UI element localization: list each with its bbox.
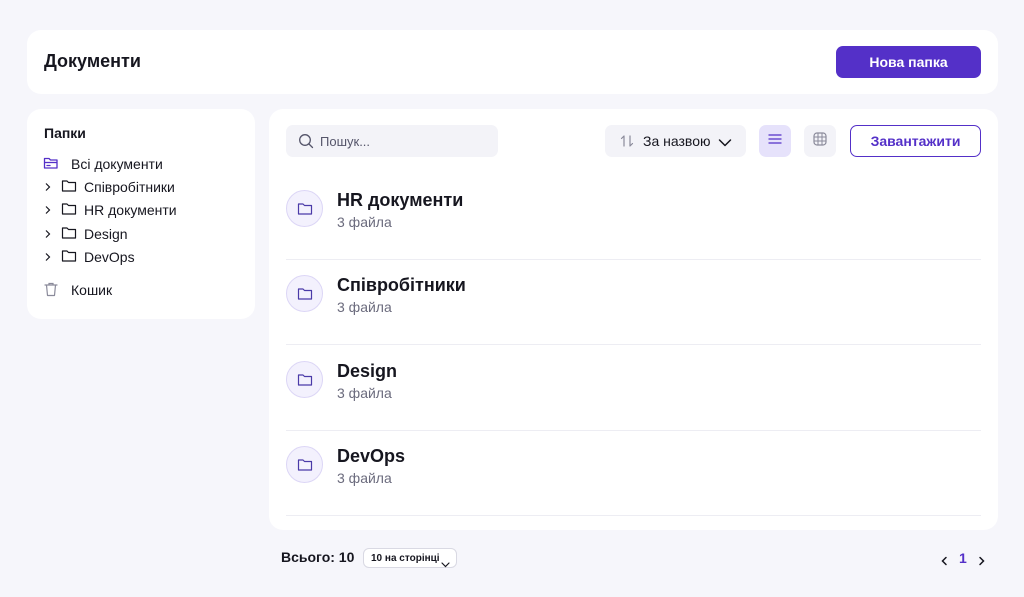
sidebar-item-design[interactable]: Design: [27, 223, 255, 245]
total-count: Всього: 10: [281, 549, 355, 565]
sidebar-title: Папки: [44, 125, 86, 141]
folder-icon: [286, 446, 323, 483]
search-icon: [298, 133, 314, 154]
folder-icon: [61, 202, 77, 216]
open-folder-icon: [43, 156, 59, 170]
sort-icon: [620, 134, 634, 153]
list-icon: [768, 132, 782, 150]
sidebar-item-trash[interactable]: Кошик: [27, 279, 255, 301]
per-page-select[interactable]: 10 на сторінці: [363, 548, 457, 568]
folder-name: Співробітники: [337, 275, 466, 295]
folder-icon: [61, 179, 77, 193]
folders-sidebar: Папки Всі документи Співробітники HR док…: [27, 109, 255, 319]
sidebar-item-hr-documents[interactable]: HR документи: [27, 199, 255, 221]
folder-name: Design: [337, 361, 398, 381]
folder-icon: [286, 190, 323, 227]
chevron-down-icon: [718, 135, 732, 153]
folder-icon: [286, 275, 323, 312]
new-folder-button[interactable]: Нова папка: [836, 46, 981, 78]
chevron-right-icon[interactable]: [44, 182, 52, 192]
folder-row[interactable]: HR документи 3 файла: [286, 190, 981, 260]
folder-file-count: 3 файла: [337, 214, 392, 230]
per-page-label: 10 на сторінці: [371, 553, 440, 564]
grid-view-button[interactable]: [804, 125, 836, 157]
folder-row[interactable]: Design 3 файла: [286, 361, 981, 431]
chevron-right-icon[interactable]: [44, 229, 52, 239]
chevron-right-icon[interactable]: [44, 205, 52, 215]
sidebar-item-all-documents[interactable]: Всі документи: [27, 153, 255, 175]
search-input[interactable]: [320, 125, 490, 157]
sidebar-item-employees[interactable]: Співробітники: [27, 176, 255, 198]
folder-row[interactable]: Співробітники 3 файла: [286, 275, 981, 345]
chevron-down-icon: [441, 555, 450, 573]
sort-dropdown[interactable]: За назвою: [605, 125, 746, 157]
sidebar-item-label: Design: [84, 226, 128, 242]
folder-icon: [286, 361, 323, 398]
upload-button[interactable]: Завантажити: [850, 125, 981, 157]
documents-panel: За назвою Завантажити HR документи 3 фай…: [269, 109, 998, 530]
folder-file-count: 3 файла: [337, 385, 392, 401]
folder-file-count: 3 файла: [337, 299, 392, 315]
sidebar-item-label: Співробітники: [84, 179, 175, 195]
page-title: Документи: [44, 51, 141, 71]
chevron-right-icon[interactable]: [978, 553, 986, 571]
chevron-left-icon[interactable]: [940, 553, 948, 571]
folder-row[interactable]: DevOps 3 файла: [286, 446, 981, 516]
folder-name: HR документи: [337, 190, 464, 210]
grid-icon: [813, 131, 827, 151]
sidebar-item-label: HR документи: [84, 202, 177, 218]
sort-label: За назвою: [643, 133, 711, 149]
folder-name: DevOps: [337, 446, 406, 466]
sidebar-item-devops[interactable]: DevOps: [27, 246, 255, 268]
sidebar-item-label: Кошик: [71, 282, 113, 298]
search-box[interactable]: [286, 125, 498, 157]
sidebar-item-label: Всі документи: [71, 156, 163, 172]
folder-file-count: 3 файла: [337, 470, 392, 486]
page-header: Документи Нова папка: [27, 30, 998, 94]
folder-icon: [61, 226, 77, 240]
trash-icon: [43, 282, 59, 297]
page-number[interactable]: 1: [959, 550, 967, 566]
list-view-button[interactable]: [759, 125, 791, 157]
sidebar-item-label: DevOps: [84, 249, 135, 265]
folder-icon: [61, 249, 77, 263]
chevron-right-icon[interactable]: [44, 252, 52, 262]
